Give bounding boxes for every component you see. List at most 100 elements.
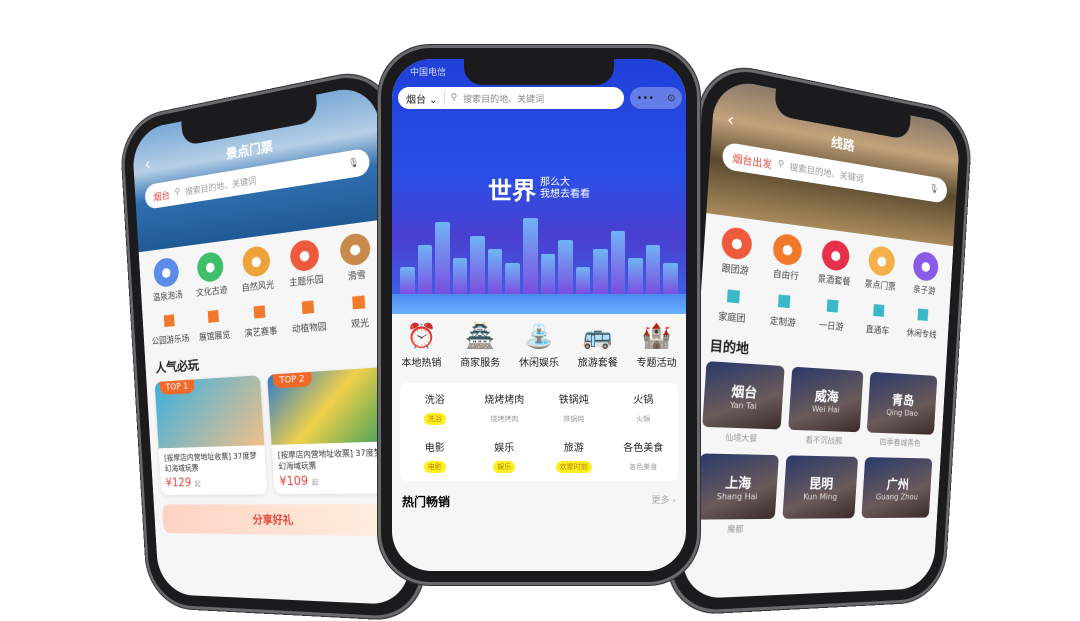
category-item[interactable]: ■ 直通车 [854,297,901,338]
service-title: 旅游 [563,443,584,454]
category-item[interactable]: ● 景酒套餐 [810,238,860,289]
service-item[interactable]: 娱乐 娱乐 [470,439,540,473]
service-title: 洗浴 [424,395,445,406]
more-link[interactable]: 更多 › [652,493,676,510]
destination-name: 烟台 [730,384,758,402]
category-item[interactable]: ■ 动植物园 [283,293,335,336]
destination-card[interactable]: 上海 Shang Hai 魔都 [695,453,779,535]
service-title: 电影 [424,443,445,454]
destination-image: 上海 Shang Hai [695,453,779,520]
search-icon: ⚲ [450,93,458,103]
skyline-building [645,244,661,294]
category-icon: ■ [725,284,742,306]
destination-card[interactable]: 广州 Guang Zhou [861,457,933,533]
search-bar[interactable]: 烟台 ⌄ ⚲ 搜索目的地、关键词 [398,87,624,109]
destination-subtitle [861,521,928,522]
category-label: 景酒套餐 [817,274,851,288]
destination-subtitle: 魔都 [726,524,744,535]
skyline-building [540,253,556,294]
destination-pinyin: Kun Ming [802,492,838,502]
promo-banner[interactable]: 分享好礼 [162,504,397,537]
search-placeholder: 搜索目的地、关键词 [463,94,545,105]
departure-city[interactable]: 烟台出发 [732,149,772,171]
service-item[interactable]: 铁锅炖 铁锅炖 [539,391,609,425]
price-suffix: 起 [311,478,320,488]
category-item[interactable]: ● 主题乐园 [279,237,331,290]
skyline-building [558,240,573,294]
category-item[interactable]: ⛲ 休闲娱乐 [510,322,569,369]
center-screen: 中国电信 烟台 ⌄ ⚲ 搜索目的地、关键词 ••• ⊙ 世界 那么大 我想去看看 … [392,59,686,571]
category-label: 动植物园 [291,322,327,336]
service-subtitle: 娱乐 [493,461,516,473]
destination-card[interactable]: 昆明 Kun Ming [781,455,859,534]
left-screen: ‹ 景点门票 烟台 ⚲ 搜索目的地、关键词 🎙 ● 温泉泡汤 ● 文化古迹 ● 自然风光 ●… [131,82,412,606]
category-label: 家庭团 [717,312,746,325]
category-icon: ■ [871,299,886,319]
service-item[interactable]: 电影 电影 [400,439,470,473]
destination-card[interactable]: 青岛 Qing Dao 四季春城青色 [866,371,938,449]
category-label: 主题乐园 [288,275,324,289]
skyline-building [575,267,591,294]
category-item[interactable]: ■ 公园游乐场 [147,307,192,347]
microphone-icon[interactable]: 🎙 [348,158,360,170]
service-item[interactable]: 洗浴 洗浴 [400,391,470,425]
category-item[interactable]: ● 景点门票 [857,244,905,294]
hero-banner[interactable]: 中国电信 烟台 ⌄ ⚲ 搜索目的地、关键词 ••• ⊙ 世界 那么大 我想去看看 [392,59,686,314]
destination-name: 上海 [724,476,752,493]
miniprogram-capsule[interactable]: ••• ⊙ [630,87,682,109]
category-icon: ■ [251,300,267,321]
service-subtitle: 各色美食 [629,463,658,471]
service-item[interactable]: 旅游 欢聚时刻 [539,439,609,473]
destination-card[interactable]: 烟台 Yan Tai 仙境大餐 [701,361,785,445]
service-item[interactable]: 火锅 火锅 [609,391,679,425]
category-item[interactable]: ■ 家庭团 [705,281,760,326]
category-label: 商家服务 [460,358,501,369]
category-item[interactable]: ■ 一日游 [807,292,857,334]
destination-subtitle: 仙境大餐 [724,432,758,444]
category-label: 自然风光 [241,280,275,294]
category-item[interactable]: ■ 休闲专线 [900,301,945,341]
category-icon: ● [153,256,180,289]
category-label: 温泉泡汤 [152,290,184,304]
product-card[interactable]: TOP 2 [按摩店内营地址收票] 37度梦幻海域玩票 ¥109 起 [267,367,394,495]
product-card[interactable]: TOP 1 [按摩店内营地址收票] 37度梦幻海域玩票 ¥129 起 [154,375,268,496]
city-selector[interactable]: 烟台 ⌄ [406,90,445,106]
destination-name: 青岛 [891,393,915,410]
more-icon[interactable]: ••• [636,93,654,104]
category-icon: ■ [825,294,841,315]
city-selector[interactable]: 烟台 [153,186,170,203]
category-label: 自由行 [772,269,799,283]
category-item[interactable]: ● 文化古迹 [187,250,235,300]
category-item[interactable]: ● 温泉泡汤 [144,255,190,304]
category-icon: ⛲ [524,322,554,350]
destination-image: 威海 Wei Hai [787,366,864,433]
category-item[interactable]: ● 自然风光 [232,244,282,295]
service-grid: 洗浴 洗浴 烧烤烤肉 烧烤烤肉 铁锅炖 铁锅炖 火锅 火锅 电影 电影 娱乐 娱乐 旅游 欢聚时刻 各色美食… [400,383,678,481]
category-item[interactable]: ■ 演艺赛事 [235,298,285,340]
service-item[interactable]: 各色美食 各色美食 [609,439,679,473]
category-label: 亲子游 [912,285,936,298]
destination-name: 广州 [886,477,910,493]
category-item[interactable]: ● 自由行 [760,231,812,284]
notch [464,59,614,85]
category-item[interactable]: ● 亲子游 [902,249,948,298]
category-item[interactable]: 🚌 旅游套餐 [568,322,627,369]
category-item[interactable]: ● 跟团游 [708,224,763,278]
service-subtitle: 烧烤烤肉 [490,415,519,423]
category-icon: ■ [776,289,793,311]
water-reflection [392,294,686,314]
category-item[interactable]: ● 滑雪 [328,230,383,284]
slogan: 世界 那么大 我想去看看 [392,171,686,206]
service-item[interactable]: 烧烤烤肉 烧烤烤肉 [470,391,540,425]
category-item[interactable]: ⏰ 本地热销 [392,322,451,369]
product-title: [按摩店内营地址收票] 37度梦幻海域玩票 [277,447,383,472]
category-icon: ● [241,244,271,278]
destination-card[interactable]: 威海 Wei Hai 看不沉战舰 [787,366,864,447]
category-item[interactable]: ■ 定制游 [757,287,809,330]
close-target-icon[interactable]: ⊙ [667,93,675,104]
category-label: 滑雪 [347,270,367,283]
microphone-icon[interactable]: 🎙 [929,184,939,195]
category-item[interactable]: 🏰 专题活动 [627,322,686,369]
category-item[interactable]: ■ 展馆展览 [190,303,237,344]
category-item[interactable]: 🏯 商家服务 [451,322,510,369]
